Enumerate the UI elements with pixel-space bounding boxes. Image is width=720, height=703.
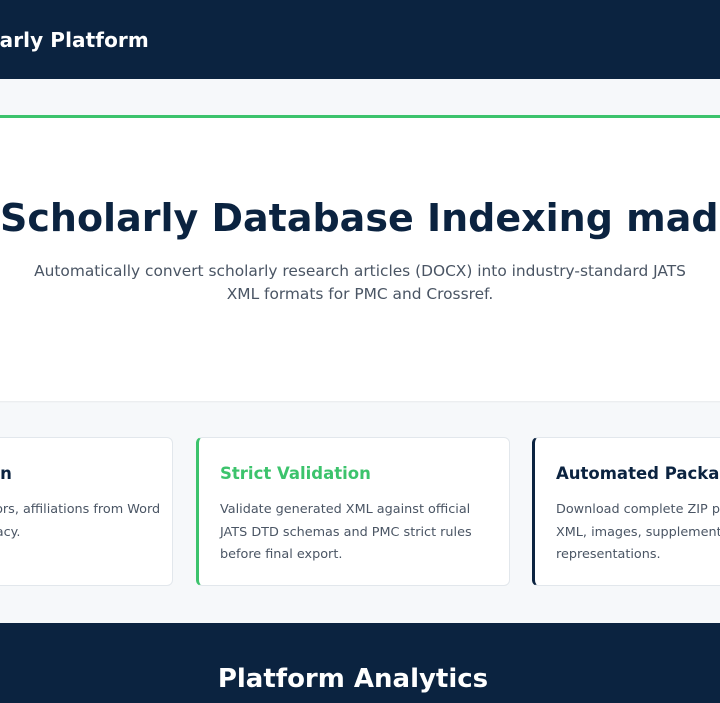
hero-description: Automatically convert scholarly research… xyxy=(34,262,686,303)
feature-card-description: Extract title, abstract, authors, affili… xyxy=(0,502,161,540)
feature-card-title: Automated Packaging xyxy=(556,464,720,483)
analytics-section: Platform Analytics xyxy=(0,623,720,703)
landing-page: Scholarly Platform Scholarly Database In… xyxy=(0,0,720,703)
feature-card-title: Metadata Extraction xyxy=(0,464,12,483)
feature-card-extraction: Metadata Extraction Extract title, abstr… xyxy=(0,437,173,586)
feature-card-validation: Strict Validation Validate generated XML… xyxy=(196,437,510,586)
feature-card-title: Strict Validation xyxy=(220,464,371,483)
brand-link[interactable]: Scholarly Platform xyxy=(0,28,149,52)
hero-title: Scholarly Database Indexing made simple xyxy=(0,196,720,240)
analytics-title: Platform Analytics xyxy=(217,664,489,694)
feature-card-description: Validate generated XML against official … xyxy=(220,502,472,562)
feature-card-packaging: Automated Packaging Download complete ZI… xyxy=(532,437,720,586)
top-navbar: Scholarly Platform xyxy=(0,0,720,79)
feature-card-description: Download complete ZIP packages containin… xyxy=(556,502,720,562)
hero-section: Scholarly Database Indexing made simple … xyxy=(0,115,720,401)
